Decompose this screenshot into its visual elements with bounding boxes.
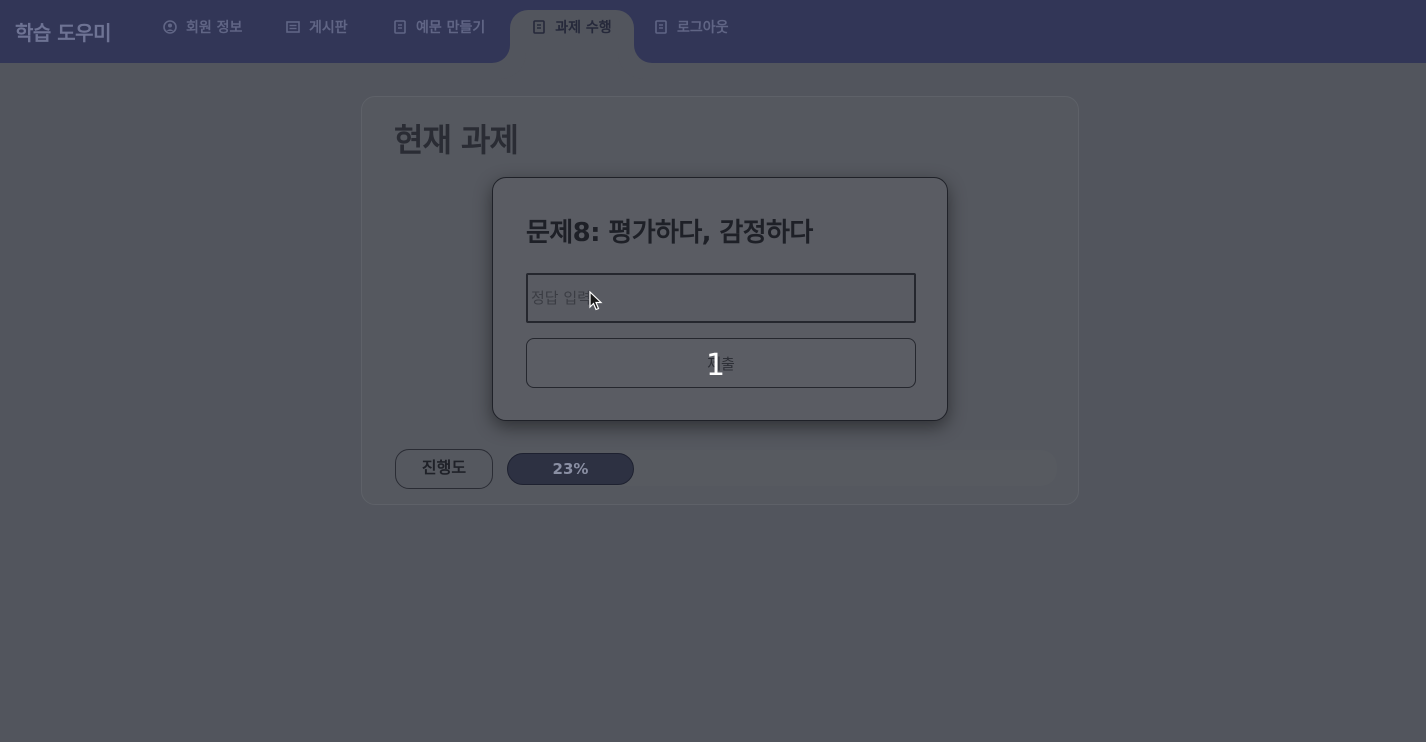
document-icon bbox=[533, 19, 546, 34]
progress-value: 23% bbox=[552, 460, 589, 478]
app-brand[interactable]: 학습 도우미 bbox=[15, 17, 111, 46]
board-icon bbox=[286, 20, 300, 33]
tab-label: 게시판 bbox=[309, 19, 348, 36]
tab-logout[interactable]: 로그아웃 bbox=[654, 10, 729, 63]
progress-fill: 23% bbox=[507, 453, 634, 485]
question-title: 문제8: 평가하다, 감정하다 bbox=[526, 218, 813, 248]
top-navigation: 학습 도우미 회원 정보 게시판 예문 만들기 과제 수행 로그아웃 bbox=[0, 0, 1426, 63]
page-title: 현재 과제 bbox=[394, 121, 519, 159]
tab-label: 회원 정보 bbox=[186, 19, 243, 36]
tab-make-example[interactable]: 예문 만들기 bbox=[393, 10, 485, 63]
tab-member-info[interactable]: 회원 정보 bbox=[163, 10, 242, 63]
document-icon bbox=[394, 19, 406, 34]
progress-label: 진행도 bbox=[395, 449, 493, 489]
document-icon bbox=[655, 19, 667, 34]
progress-bar: 23% bbox=[507, 450, 1057, 486]
mouse-cursor-icon bbox=[589, 291, 603, 311]
question-modal: 문제8: 평가하다, 감정하다 제출 1 bbox=[492, 177, 948, 421]
answer-input[interactable] bbox=[526, 273, 916, 323]
tab-board[interactable]: 게시판 bbox=[286, 10, 348, 63]
tab-label: 과제 수행 bbox=[555, 19, 612, 36]
tab-label: 예문 만들기 bbox=[416, 19, 486, 36]
user-circle-icon bbox=[163, 19, 177, 34]
submit-button[interactable]: 제출 bbox=[526, 338, 916, 388]
tab-do-assignment[interactable]: 과제 수행 bbox=[510, 10, 634, 63]
tab-label: 로그아웃 bbox=[677, 19, 729, 36]
